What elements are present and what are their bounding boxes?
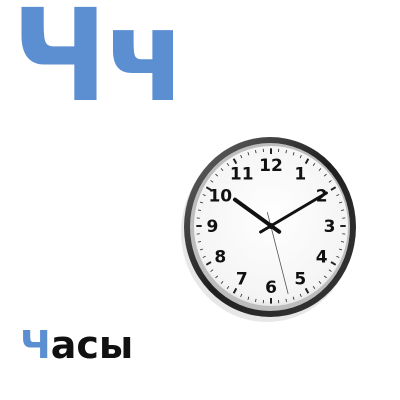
clock-center-pin (268, 223, 274, 229)
clock-numeral: 8 (214, 247, 226, 267)
word-first-letter: Ч (20, 323, 51, 367)
alphabet-card: Чч 1212345 (0, 0, 400, 400)
letter-pair: Чч (12, 0, 186, 119)
clock-numeral: 10 (208, 187, 232, 207)
clock-numeral: 5 (294, 270, 306, 290)
word-caption: Часы (20, 326, 133, 364)
clock-numeral: 11 (230, 164, 254, 184)
letter-uppercase: Ч (12, 0, 107, 131)
clock-numeral: 4 (316, 247, 328, 267)
clock-numeral: 12 (259, 156, 283, 176)
word-rest: асы (50, 323, 134, 367)
letter-lowercase: ч (105, 0, 186, 131)
clock-numeral: 3 (324, 217, 336, 237)
clock-numeral: 1 (294, 164, 306, 184)
clock-numeral: 6 (265, 278, 277, 298)
clock-numeral: 9 (207, 217, 219, 237)
wall-clock-icon: 121234567891011 (175, 130, 365, 330)
clock-numeral: 7 (236, 270, 248, 290)
